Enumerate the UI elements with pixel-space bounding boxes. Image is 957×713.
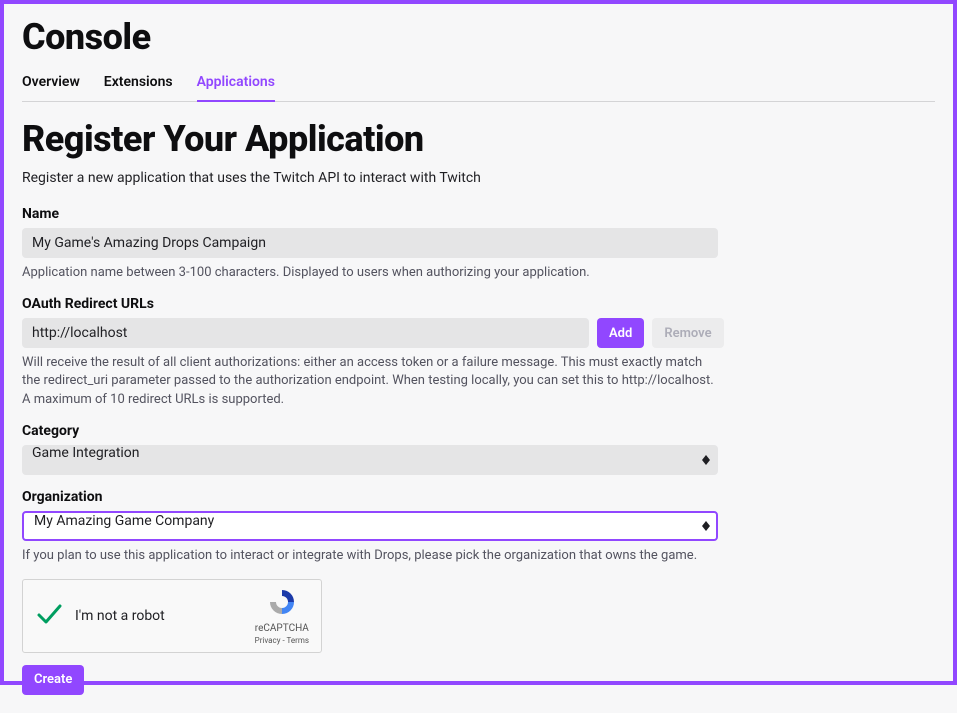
tabs: Overview Extensions Applications bbox=[22, 74, 935, 102]
page-subtitle: Register a new application that uses the… bbox=[22, 170, 935, 186]
tab-applications[interactable]: Applications bbox=[197, 74, 275, 102]
console-title: Console bbox=[22, 16, 935, 58]
remove-button: Remove bbox=[652, 318, 723, 348]
name-label: Name bbox=[22, 206, 935, 222]
tab-overview[interactable]: Overview bbox=[22, 74, 80, 102]
oauth-help: Will receive the result of all client au… bbox=[22, 354, 718, 409]
oauth-label: OAuth Redirect URLs bbox=[22, 296, 935, 312]
oauth-input[interactable] bbox=[22, 318, 589, 348]
category-label: Category bbox=[22, 423, 935, 439]
category-select[interactable]: Game Integration bbox=[22, 445, 718, 475]
recaptcha-box[interactable]: I'm not a robot reCAPTCHA Privacy - Term… bbox=[22, 579, 322, 653]
recaptcha-legal: Privacy - Terms bbox=[255, 636, 309, 645]
organization-label: Organization bbox=[22, 489, 935, 505]
checkmark-icon bbox=[35, 600, 63, 632]
page-title: Register Your Application bbox=[22, 118, 935, 160]
add-button[interactable]: Add bbox=[597, 318, 644, 348]
create-button[interactable]: Create bbox=[22, 665, 84, 695]
organization-select[interactable]: My Amazing Game Company bbox=[22, 511, 718, 541]
name-help: Application name between 3-100 character… bbox=[22, 264, 718, 282]
recaptcha-text: I'm not a robot bbox=[75, 608, 165, 624]
recaptcha-icon bbox=[267, 587, 297, 621]
recaptcha-brand: reCAPTCHA bbox=[255, 623, 309, 634]
name-input[interactable] bbox=[22, 228, 718, 258]
tab-extensions[interactable]: Extensions bbox=[104, 74, 173, 102]
organization-help: If you plan to use this application to i… bbox=[22, 547, 718, 565]
